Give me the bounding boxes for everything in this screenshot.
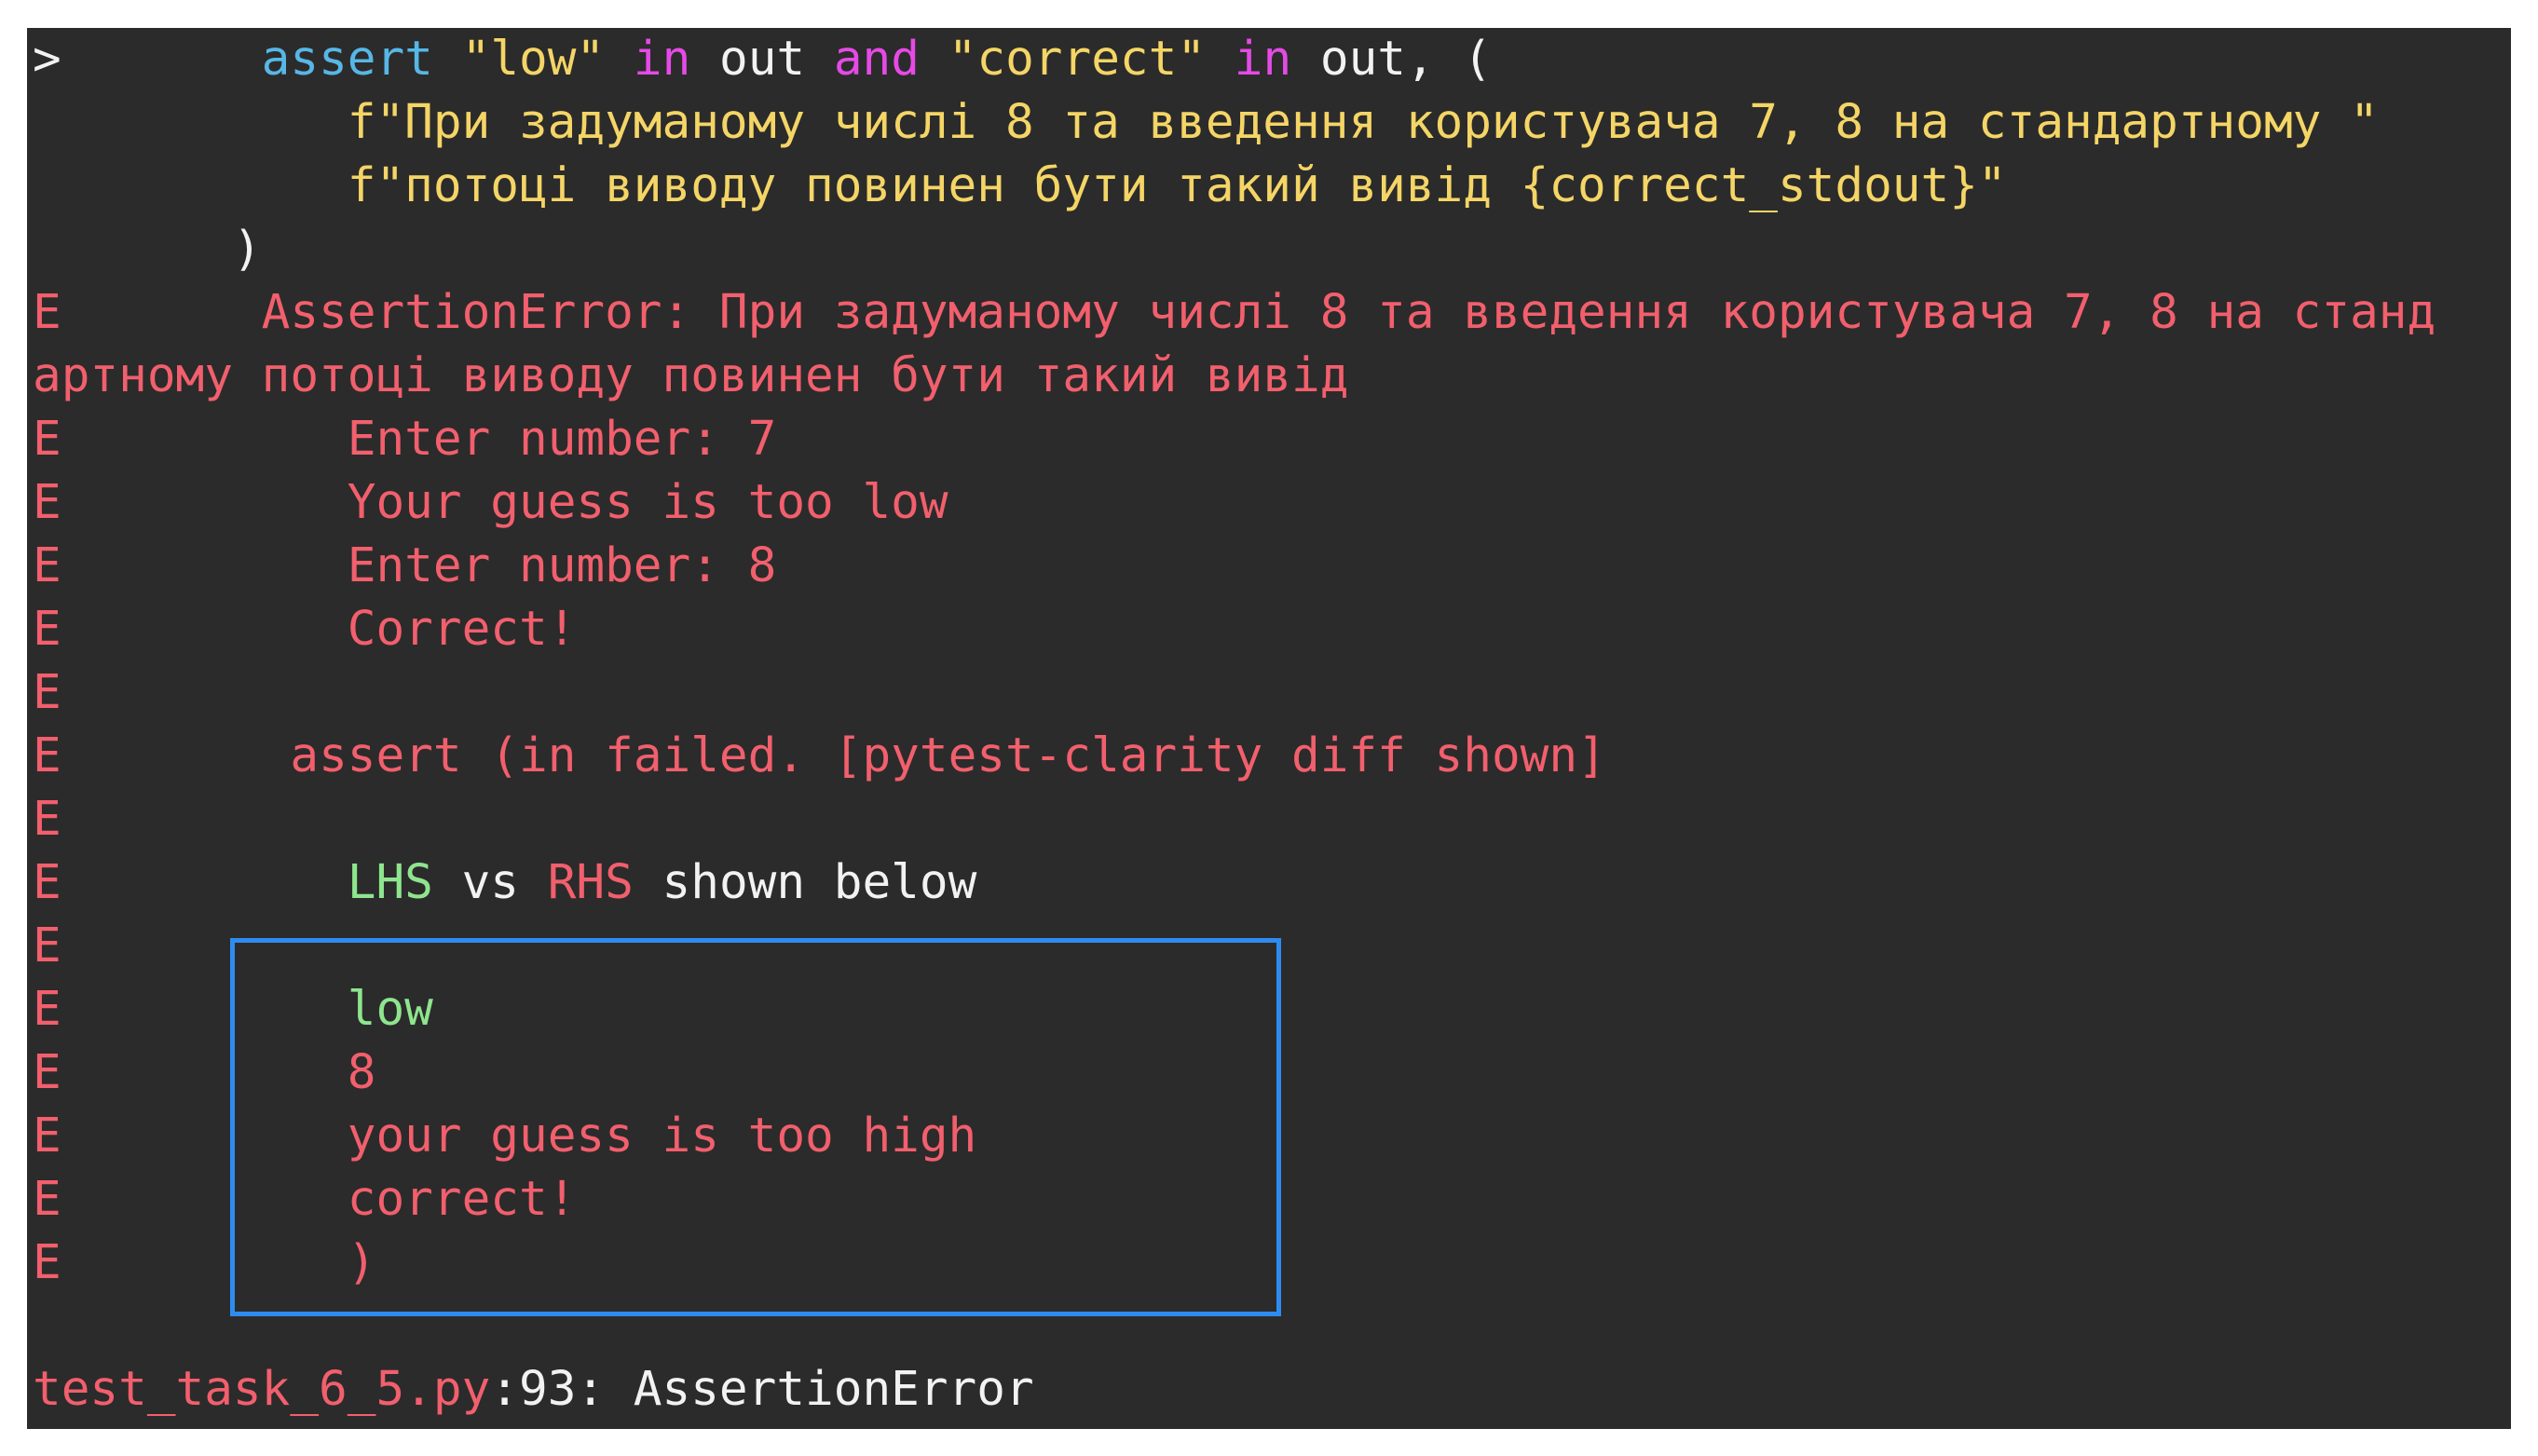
- rhs-label: RHS: [547, 855, 634, 910]
- error-line: E Enter number: 7: [33, 408, 776, 471]
- diff-rhs-line: 8: [347, 1045, 376, 1100]
- source-line-close-paren: ): [33, 222, 262, 277]
- string-low: "low": [461, 32, 606, 87]
- error-marker: E: [33, 1172, 61, 1227]
- error-marker: E: [33, 412, 61, 467]
- test-file-link[interactable]: test_task_6_5.py: [33, 1362, 490, 1417]
- error-line: E AssertionError: При задуманому числі 8…: [33, 281, 2436, 345]
- error-line: E low: [33, 978, 433, 1041]
- error-line: E Correct!: [33, 598, 576, 661]
- keyword-in: in: [1234, 32, 1292, 87]
- assertion-error-message: AssertionError: При задуманому числі 8 т…: [61, 285, 2436, 340]
- stdout-line: Enter number: 8: [347, 538, 777, 593]
- error-marker: E: [33, 1109, 61, 1163]
- diff-lhs-line: low: [347, 982, 433, 1037]
- error-marker: E: [33, 855, 61, 910]
- source-line-fstring-1: f"При задуманому числі 8 та введення кор…: [33, 95, 2379, 150]
- keyword-and: and: [833, 32, 920, 87]
- lhs-label: LHS: [347, 855, 433, 910]
- error-marker: E: [33, 1045, 61, 1100]
- keyword-in: in: [633, 32, 691, 87]
- error-marker: E: [33, 1235, 61, 1290]
- clarity-message: assert (in failed. [pytest-clarity diff …: [290, 728, 1606, 783]
- error-line: E ): [33, 1231, 375, 1295]
- stdout-line: Enter number: 7: [347, 412, 777, 467]
- error-line: E 8: [33, 1041, 375, 1105]
- diff-rhs-line: your guess is too high: [347, 1109, 977, 1163]
- footer-line: test_task_6_5.py:93: AssertionError: [33, 1358, 1034, 1422]
- source-line-assert: > assert "low" in out and "correct" in o…: [33, 28, 1492, 91]
- error-marker: E: [33, 538, 61, 593]
- error-location: :93: AssertionError: [490, 1362, 1034, 1417]
- error-line: E correct!: [33, 1168, 576, 1231]
- error-marker: E: [33, 728, 61, 783]
- string-correct: "correct": [948, 32, 1207, 87]
- error-line: E assert (in failed. [pytest-clarity dif…: [33, 725, 1606, 788]
- error-marker: E: [33, 792, 61, 847]
- error-marker: E: [33, 475, 61, 530]
- current-line-marker: >: [33, 32, 61, 87]
- error-marker: E: [33, 982, 61, 1037]
- stdout-line: Correct!: [347, 602, 577, 657]
- error-line-wrap: артному потоці виводу повинен бути такий…: [33, 348, 1349, 403]
- error-line-empty: E: [33, 788, 61, 851]
- error-marker: E: [33, 919, 61, 973]
- error-line-empty: E: [33, 661, 61, 725]
- error-marker: E: [33, 285, 61, 340]
- vs-label: vs: [432, 855, 548, 910]
- error-line-empty: E: [33, 915, 61, 978]
- identifier-out-tail: out, (: [1319, 32, 1493, 87]
- identifier-out: out: [719, 32, 806, 87]
- shown-below-label: shown below: [633, 855, 977, 910]
- diff-rhs-line: ): [347, 1235, 376, 1290]
- terminal-output: > assert "low" in out and "correct" in o…: [27, 28, 2511, 1429]
- diff-rhs-line: correct!: [347, 1172, 577, 1227]
- error-line: E Enter number: 8: [33, 535, 776, 598]
- error-line-lhs-rhs: E LHS vs RHS shown below: [33, 851, 976, 915]
- stdout-line: Your guess is too low: [347, 475, 948, 530]
- error-marker: E: [33, 665, 61, 720]
- keyword-assert: assert: [261, 32, 433, 87]
- error-line: E Your guess is too low: [33, 471, 948, 535]
- source-line-fstring-2: f"потоці виводу повинен бути такий вивід…: [33, 158, 2007, 213]
- error-marker: E: [33, 602, 61, 657]
- error-line: E your guess is too high: [33, 1105, 976, 1168]
